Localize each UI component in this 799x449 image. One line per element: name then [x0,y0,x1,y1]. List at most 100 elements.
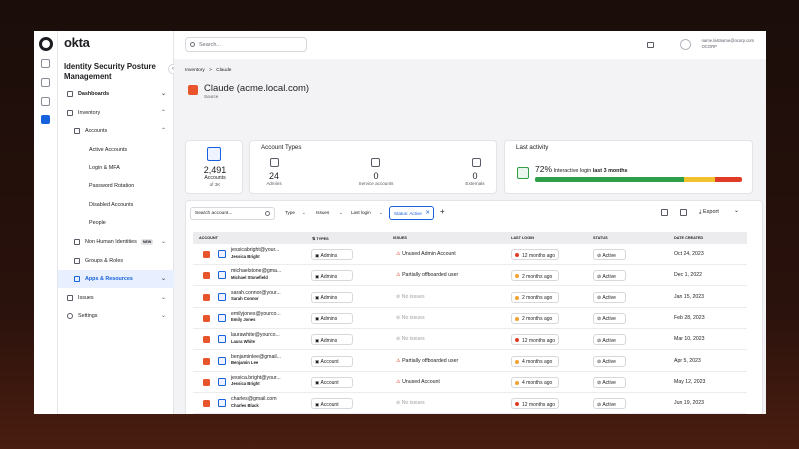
status-badge: ⊘ Active [593,376,626,388]
sidebar-item-non-human-identities[interactable]: Non Human Identities NEW ⌄ [58,233,174,251]
close-icon[interactable]: ✕ [425,210,430,216]
issue-cell[interactable]: ⊘ No issues [396,315,425,321]
account-owner: Emily Jones [231,317,256,323]
flow-icon[interactable] [41,97,50,106]
admins-count: 24 [268,171,279,181]
breadcrumb-separator: > [209,68,212,73]
account-cell[interactable]: jessica.bright@your... Jessica Bright [231,375,281,387]
status-filter-chip[interactable]: Status: Active ✕ [389,206,434,220]
last-activity-emph: last 3 months [592,168,628,174]
issue-cell[interactable]: ⊘ No issues [396,336,425,342]
status-badge: ⊘ Active [593,334,626,346]
columns-icon[interactable] [680,209,687,216]
export-menu-chevron[interactable]: ⌄ [734,207,739,214]
col-account[interactable]: ACCOUNT [199,236,218,240]
claude-logo-icon [188,85,198,95]
user-menu[interactable]: name.lastname@ocorp.com OCORP [702,38,754,49]
activity-bar-segment [715,177,742,182]
sidebar-item-inventory[interactable]: Inventory ⌃ [58,104,174,122]
account-cell[interactable]: benjaminlee@gmail... Benjamin Lee [231,354,281,366]
grid-icon[interactable] [41,59,50,68]
issue-cell[interactable]: ⚠ Partially offboarded user [396,272,458,278]
search-icon [190,42,195,47]
col-last-login[interactable]: LAST LOGIN [511,236,534,240]
user-org: OCORP [701,43,717,49]
account-cell[interactable]: charles@gmail.com Charles Black [231,396,277,408]
gear-icon [67,313,73,319]
main-content: Inventory > Claude Claude (acme.local.co… [174,59,766,414]
account-owner: Michael Stonefield [231,274,268,280]
claude-source-icon [203,293,210,301]
table-row[interactable]: benjaminlee@gmail... Benjamin Lee ▣ Accoun… [193,351,747,372]
issue-cell[interactable]: ⚠ Unused Account [396,379,440,385]
table-row[interactable]: michaelstone@gma... Michael Stonefield ▣ A… [193,265,747,287]
robot-icon [74,239,80,245]
accounts-card[interactable]: 2,491 Accounts of 3K [185,140,243,194]
account-search-input[interactable]: Search account... [190,207,275,220]
table-row[interactable]: jessicabright@your... Jessica Bright ▣ Adm… [193,244,747,265]
issue-cell[interactable]: ⚠ Unused Admin Account [396,251,456,257]
issues-filter-dropdown[interactable]: Issues ⌄ [312,207,345,220]
accounts-sub: of 3K [209,182,221,187]
apps-icon[interactable] [41,78,50,87]
table-row[interactable]: sarah.connor@your... Sarah Connor ▣ Admins… [193,287,747,308]
sidebar-item-groups-roles[interactable]: Groups & Roles [58,252,174,270]
table-row[interactable]: charles@gmail.com Charles Black ▣ Account ⊘… [193,393,747,414]
date-created: Apr 5, 2023 [674,357,701,364]
app-switcher-icon[interactable] [647,42,654,48]
status-badge: ⊘ Active [593,312,626,324]
chevron-down-icon: ⌄ [301,210,306,216]
account-owner: Benjamin Lee [231,360,259,366]
issue-cell[interactable]: ⊘ No issues [396,400,425,406]
table-row[interactable]: emilyjones@yourco... Emily Jones ▣ Admins ⊘… [193,308,747,329]
claude-source-icon [203,314,210,322]
sidebar-item-apps-resources[interactable]: Apps & Resources ⌄ [58,270,174,288]
sidebar-item-issues[interactable]: Issues ⌄ [58,289,174,307]
col-status[interactable]: STATUS [593,236,608,240]
issue-cell[interactable]: ⚠ Partially offboarded user [396,358,458,364]
accounts-icon [74,128,80,134]
identity-icon[interactable] [41,115,50,124]
external-icon [472,158,481,167]
sidebar-item-login-mfa[interactable]: Login & MFA [58,159,174,177]
issue-cell[interactable]: ⊘ No issues [396,294,425,300]
col-date-created[interactable]: DATE CREATED [674,236,703,240]
type-badge: ▣ Admins [311,312,353,324]
new-badge: NEW [140,239,154,245]
sidebar-item-disabled-accounts[interactable]: Disabled Accounts [58,196,174,214]
login-icon [517,167,529,179]
account-cell[interactable]: emilyjones@yourco... Emily Jones [231,311,281,323]
export-button[interactable]: ⤓ Export [699,209,719,216]
account-cell[interactable]: jessicabright@your... Jessica Bright [231,247,279,259]
account-types-title: Account Types [261,144,302,151]
chevron-down-icon: ⌄ [160,276,166,282]
sidebar-item-settings[interactable]: Settings ⌄ [58,307,174,325]
status-dot-icon [515,295,519,300]
save-icon[interactable] [661,209,668,216]
col-issues[interactable]: ISSUES [393,236,407,240]
account-cell[interactable]: sarah.connor@your... Sarah Connor [231,290,281,302]
type-filter-dropdown[interactable]: Type ⌄ [281,207,308,220]
breadcrumb-inventory[interactable]: Inventory [185,68,205,73]
sidebar-item-active-accounts[interactable]: Active Accounts [58,141,174,159]
externals-label: Externals [465,181,485,186]
account-cell[interactable]: laurawhite@yourco... Laura White [231,332,280,344]
last-login-filter-dropdown[interactable]: Last login ⌄ [347,207,385,220]
sidebar-item-people[interactable]: People [58,214,174,232]
breadcrumb-claude: Claude [216,68,232,73]
sidebar-item-password-rotation[interactable]: Password Rotation [58,177,174,195]
add-filter-button[interactable]: + [440,207,445,216]
sidebar-item-dashboards[interactable]: Dashboards ⌄ [58,85,174,103]
avatar[interactable] [680,39,691,50]
last-login-badge: 12 months ago [511,249,559,260]
col-types[interactable]: ⇅ TYPES [312,236,329,241]
chevron-up-icon: ⌃ [160,110,166,116]
type-badge: ▣ Admins [311,270,353,282]
account-cell[interactable]: michaelstone@gma... Michael Stonefield [231,268,281,280]
page-subtitle: Source [204,94,219,99]
date-created: Oct 24, 2023 [674,251,704,257]
sidebar-item-accounts[interactable]: Accounts ⌃ [58,122,174,140]
table-row[interactable]: jessica.bright@your... Jessica Bright ▣ Ac… [193,372,747,393]
table-row[interactable]: laurawhite@yourco... Laura White ▣ Admins ⊘… [193,329,747,351]
global-search-input[interactable]: Search... [185,37,307,52]
